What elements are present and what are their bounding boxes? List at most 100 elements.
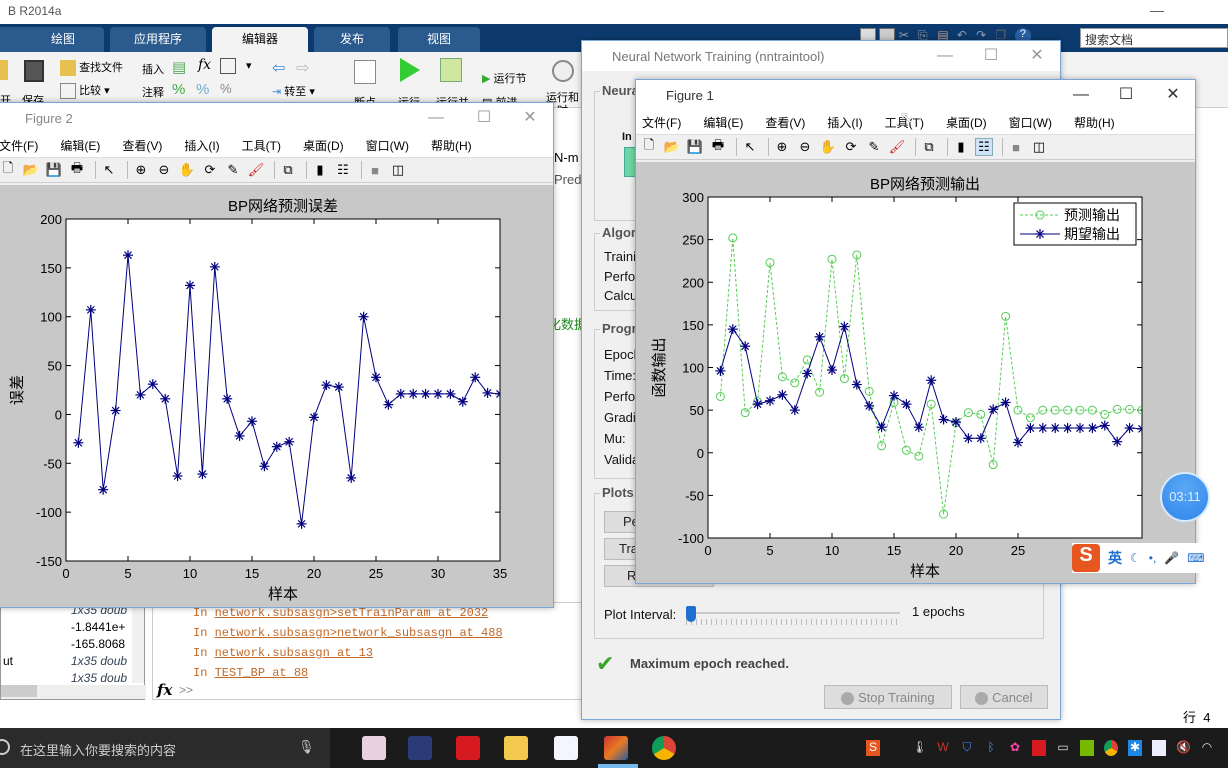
insert-button[interactable]: 插入	[142, 61, 164, 77]
output-chart[interactable]: BP网络预测输出样本 函数输出 0 5 10 15 20 25 -100 -50 0 50 100 150…	[636, 162, 1195, 583]
insert-section-icon[interactable]: ▤	[172, 58, 186, 76]
menu-file[interactable]: 文件(F)	[642, 114, 681, 131]
zoom-out-icon[interactable]: ⊖	[155, 161, 173, 179]
edit-plot-icon[interactable]: ↖	[741, 138, 759, 156]
tray-star-icon[interactable]: ✱	[1128, 740, 1142, 756]
brush-icon[interactable]: 🖌	[247, 161, 265, 179]
tab-editor[interactable]: 编辑器	[212, 27, 308, 52]
menu-file[interactable]: 文件(F)	[0, 137, 38, 154]
console-link[interactable]: network.subsasgn at 13	[215, 646, 373, 660]
menu-insert[interactable]: 插入(I)	[827, 114, 862, 131]
workspace-row[interactable]: -1.8441e+	[1, 620, 133, 637]
search-documentation-input[interactable]: 搜索文档	[1080, 28, 1228, 48]
save-figure-icon[interactable]: 💾	[686, 138, 704, 156]
open-icon[interactable]	[0, 60, 8, 80]
run-section-button[interactable]: ▶ 运行节	[482, 70, 527, 86]
show-plot-tools-icon[interactable]: ◫	[1030, 138, 1048, 156]
data-cursor-icon[interactable]: ✎	[865, 138, 883, 156]
wrap-comment-icon[interactable]: %	[220, 81, 232, 96]
menu-insert[interactable]: 插入(I)	[184, 137, 219, 154]
comment-button[interactable]: 注释	[142, 84, 164, 100]
link-plot-icon[interactable]: ⧉	[279, 161, 297, 179]
ime-language-toggle[interactable]: 英	[1108, 548, 1122, 568]
close-button[interactable]: ✕	[507, 103, 553, 133]
new-figure-icon[interactable]: 🗋	[640, 137, 658, 156]
insert-function-icon[interactable]	[220, 58, 236, 74]
tab-plots[interactable]: 绘图	[22, 27, 104, 52]
zoom-in-icon[interactable]: ⊕	[132, 161, 150, 179]
taskbar-app-avatar[interactable]	[408, 736, 432, 760]
close-button[interactable]: ✕	[1150, 80, 1196, 110]
menu-edit[interactable]: 编辑(E)	[60, 137, 100, 154]
tray-volume-muted-icon[interactable]: 🔇	[1176, 740, 1191, 756]
tray-temperature-icon[interactable]: 🌡	[912, 740, 927, 756]
workspace-vscrollbar[interactable]	[132, 603, 144, 683]
recording-timer[interactable]: 03:11	[1160, 472, 1210, 522]
comment-icon[interactable]: %	[172, 81, 185, 98]
maximize-button[interactable]: ☐	[968, 41, 1014, 71]
command-window[interactable]: In network.subsasgn>setTrainParam at 203…	[152, 602, 582, 700]
insert-dropdown-icon[interactable]: ▾	[246, 59, 252, 72]
data-cursor-icon[interactable]: ✎	[224, 161, 242, 179]
print-icon[interactable]: 🖶	[68, 160, 86, 179]
zoom-in-icon[interactable]: ⊕	[773, 138, 791, 156]
taskbar-app-matlab[interactable]	[604, 736, 628, 760]
tray-netease-icon[interactable]	[1032, 740, 1046, 756]
tab-publish[interactable]: 发布	[314, 27, 390, 52]
tray-sogou-icon[interactable]: S	[866, 740, 880, 756]
tab-apps[interactable]: 应用程序	[110, 27, 206, 52]
tab-view[interactable]: 视图	[398, 27, 480, 52]
print-icon[interactable]: 🖶	[709, 137, 727, 156]
taskbar-search[interactable]: 在这里输入你要搜索的内容 🎙	[0, 728, 330, 768]
minimize-button[interactable]: —	[413, 103, 459, 133]
brush-icon[interactable]: 🖌	[888, 138, 906, 156]
nntraintool-titlebar[interactable]: Neural Network Training (nntraintool) — …	[582, 41, 1060, 71]
workspace-row[interactable]: ut 1x35 doub	[1, 654, 133, 671]
back-icon[interactable]: ⇦	[272, 58, 285, 78]
menu-window[interactable]: 窗口(W)	[366, 137, 409, 154]
colorbar-icon[interactable]: ▮	[952, 138, 970, 156]
colorbar-icon[interactable]: ▮	[311, 161, 329, 179]
tray-cloud-icon[interactable]	[1152, 740, 1166, 756]
slider-thumb[interactable]	[686, 606, 696, 622]
edit-plot-icon[interactable]: ↖	[100, 161, 118, 179]
menu-edit[interactable]: 编辑(E)	[703, 114, 743, 131]
workspace-hscrollbar[interactable]	[1, 685, 146, 699]
close-button[interactable]: ✕	[1014, 41, 1060, 71]
show-plot-tools-icon[interactable]: ◫	[389, 161, 407, 179]
menu-view[interactable]: 查看(V)	[122, 137, 162, 154]
tray-power-icon[interactable]: ▭	[1056, 740, 1070, 756]
save-figure-icon[interactable]: 💾	[45, 161, 63, 179]
tray-flower-icon[interactable]: ✿	[1008, 740, 1022, 756]
hide-plot-tools-icon[interactable]: ■	[366, 161, 384, 179]
console-link[interactable]: network.subsasgn>network_subsasgn at 488	[215, 626, 503, 640]
pan-icon[interactable]: ✋	[178, 161, 196, 179]
cancel-button[interactable]: Cancel	[960, 685, 1048, 709]
tray-wps-icon[interactable]: W	[936, 740, 950, 756]
open-file-icon[interactable]: 📂	[22, 161, 40, 179]
menu-view[interactable]: 查看(V)	[765, 114, 805, 131]
keyboard-icon[interactable]: ⌨	[1187, 551, 1204, 565]
new-figure-icon[interactable]: 🗋	[0, 160, 17, 179]
console-link[interactable]: TEST_BP at 88	[215, 666, 309, 680]
minimize-button[interactable]: —	[1058, 80, 1104, 110]
minimize-button[interactable]: —	[922, 41, 968, 71]
tray-chrome-icon[interactable]	[1104, 740, 1118, 756]
microphone-icon[interactable]: 🎤	[1164, 551, 1179, 565]
legend-icon[interactable]: ☷	[334, 161, 352, 179]
menu-desktop[interactable]: 桌面(D)	[946, 114, 987, 131]
console-link[interactable]: network.subsasgn>setTrainParam at 2032	[215, 606, 489, 620]
tray-shield-icon[interactable]: ⛉	[960, 740, 974, 756]
stop-training-button[interactable]: Stop Training	[824, 685, 952, 709]
menu-help[interactable]: 帮助(H)	[431, 137, 472, 154]
menu-tools[interactable]: 工具(T)	[242, 137, 281, 154]
taskbar-app-file-explorer[interactable]	[504, 736, 528, 760]
pan-icon[interactable]: ✋	[819, 138, 837, 156]
rotate-icon[interactable]: ⟳	[842, 138, 860, 156]
find-files-button[interactable]: 查找文件	[60, 59, 123, 77]
compare-button[interactable]: 比较 ▾	[60, 82, 110, 100]
rotate-icon[interactable]: ⟳	[201, 161, 219, 179]
plot-interval-slider[interactable]	[686, 606, 900, 627]
menu-desktop[interactable]: 桌面(D)	[303, 137, 344, 154]
legend-icon[interactable]: ☷	[975, 138, 993, 156]
